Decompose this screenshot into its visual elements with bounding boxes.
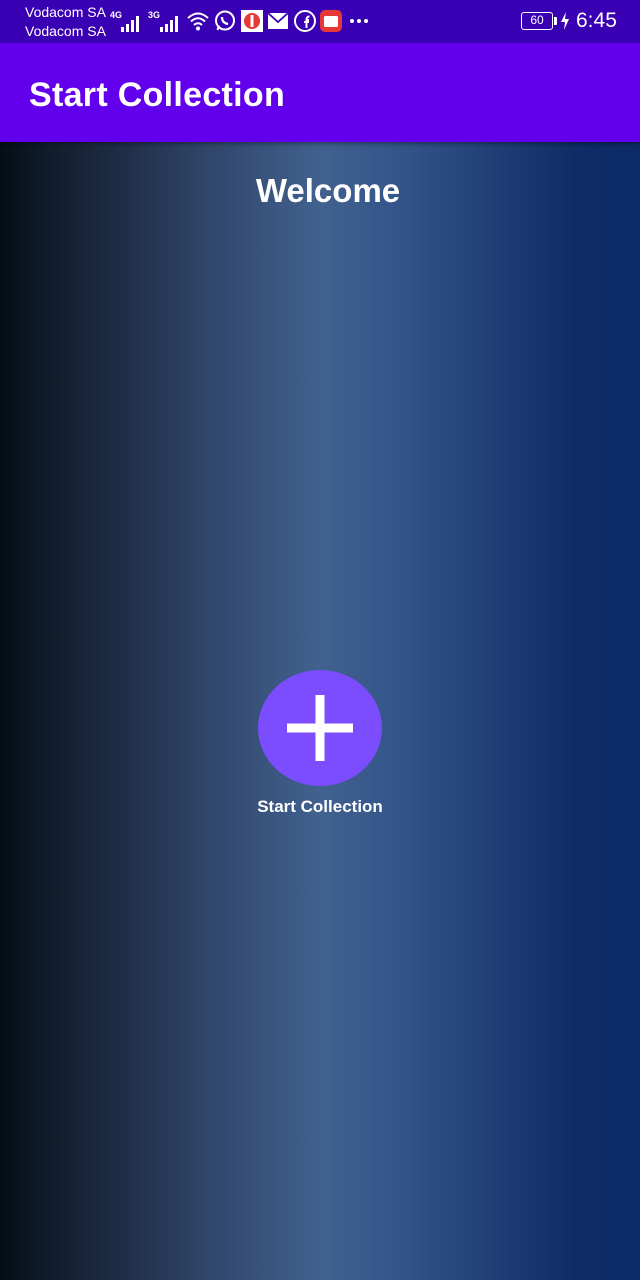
battery-icon: 60	[521, 12, 553, 30]
facebook-icon	[294, 10, 316, 32]
screen: Vodacom SA Vodacom SA 4G 3G 60 6:45 Star…	[0, 0, 640, 1280]
tv-app-icon	[320, 10, 342, 32]
app-title: Start Collection	[29, 76, 286, 114]
carrier-name-1: Vodacom SA	[25, 4, 106, 20]
clock: 6:45	[576, 9, 617, 32]
whatsapp-icon	[215, 10, 235, 31]
app-bar: Start Collection	[0, 43, 640, 142]
main-content: Welcome Start Collection	[0, 142, 640, 1280]
battery-tip	[554, 17, 557, 25]
welcome-heading: Welcome	[255, 172, 401, 209]
app-notification-icon	[241, 10, 263, 32]
start-collection-label: Start Collection	[257, 797, 383, 816]
status-bar: Vodacom SA Vodacom SA 4G 3G 60 6:45	[0, 0, 640, 43]
start-collection-button[interactable]	[258, 670, 382, 786]
signal-icon	[121, 16, 139, 32]
mail-icon	[267, 12, 289, 29]
wifi-icon	[187, 12, 209, 31]
charging-icon	[561, 12, 569, 30]
carrier-name-2: Vodacom SA	[25, 23, 106, 39]
plus-icon	[287, 695, 353, 761]
more-icon	[350, 19, 368, 23]
signal-icon	[160, 16, 178, 32]
